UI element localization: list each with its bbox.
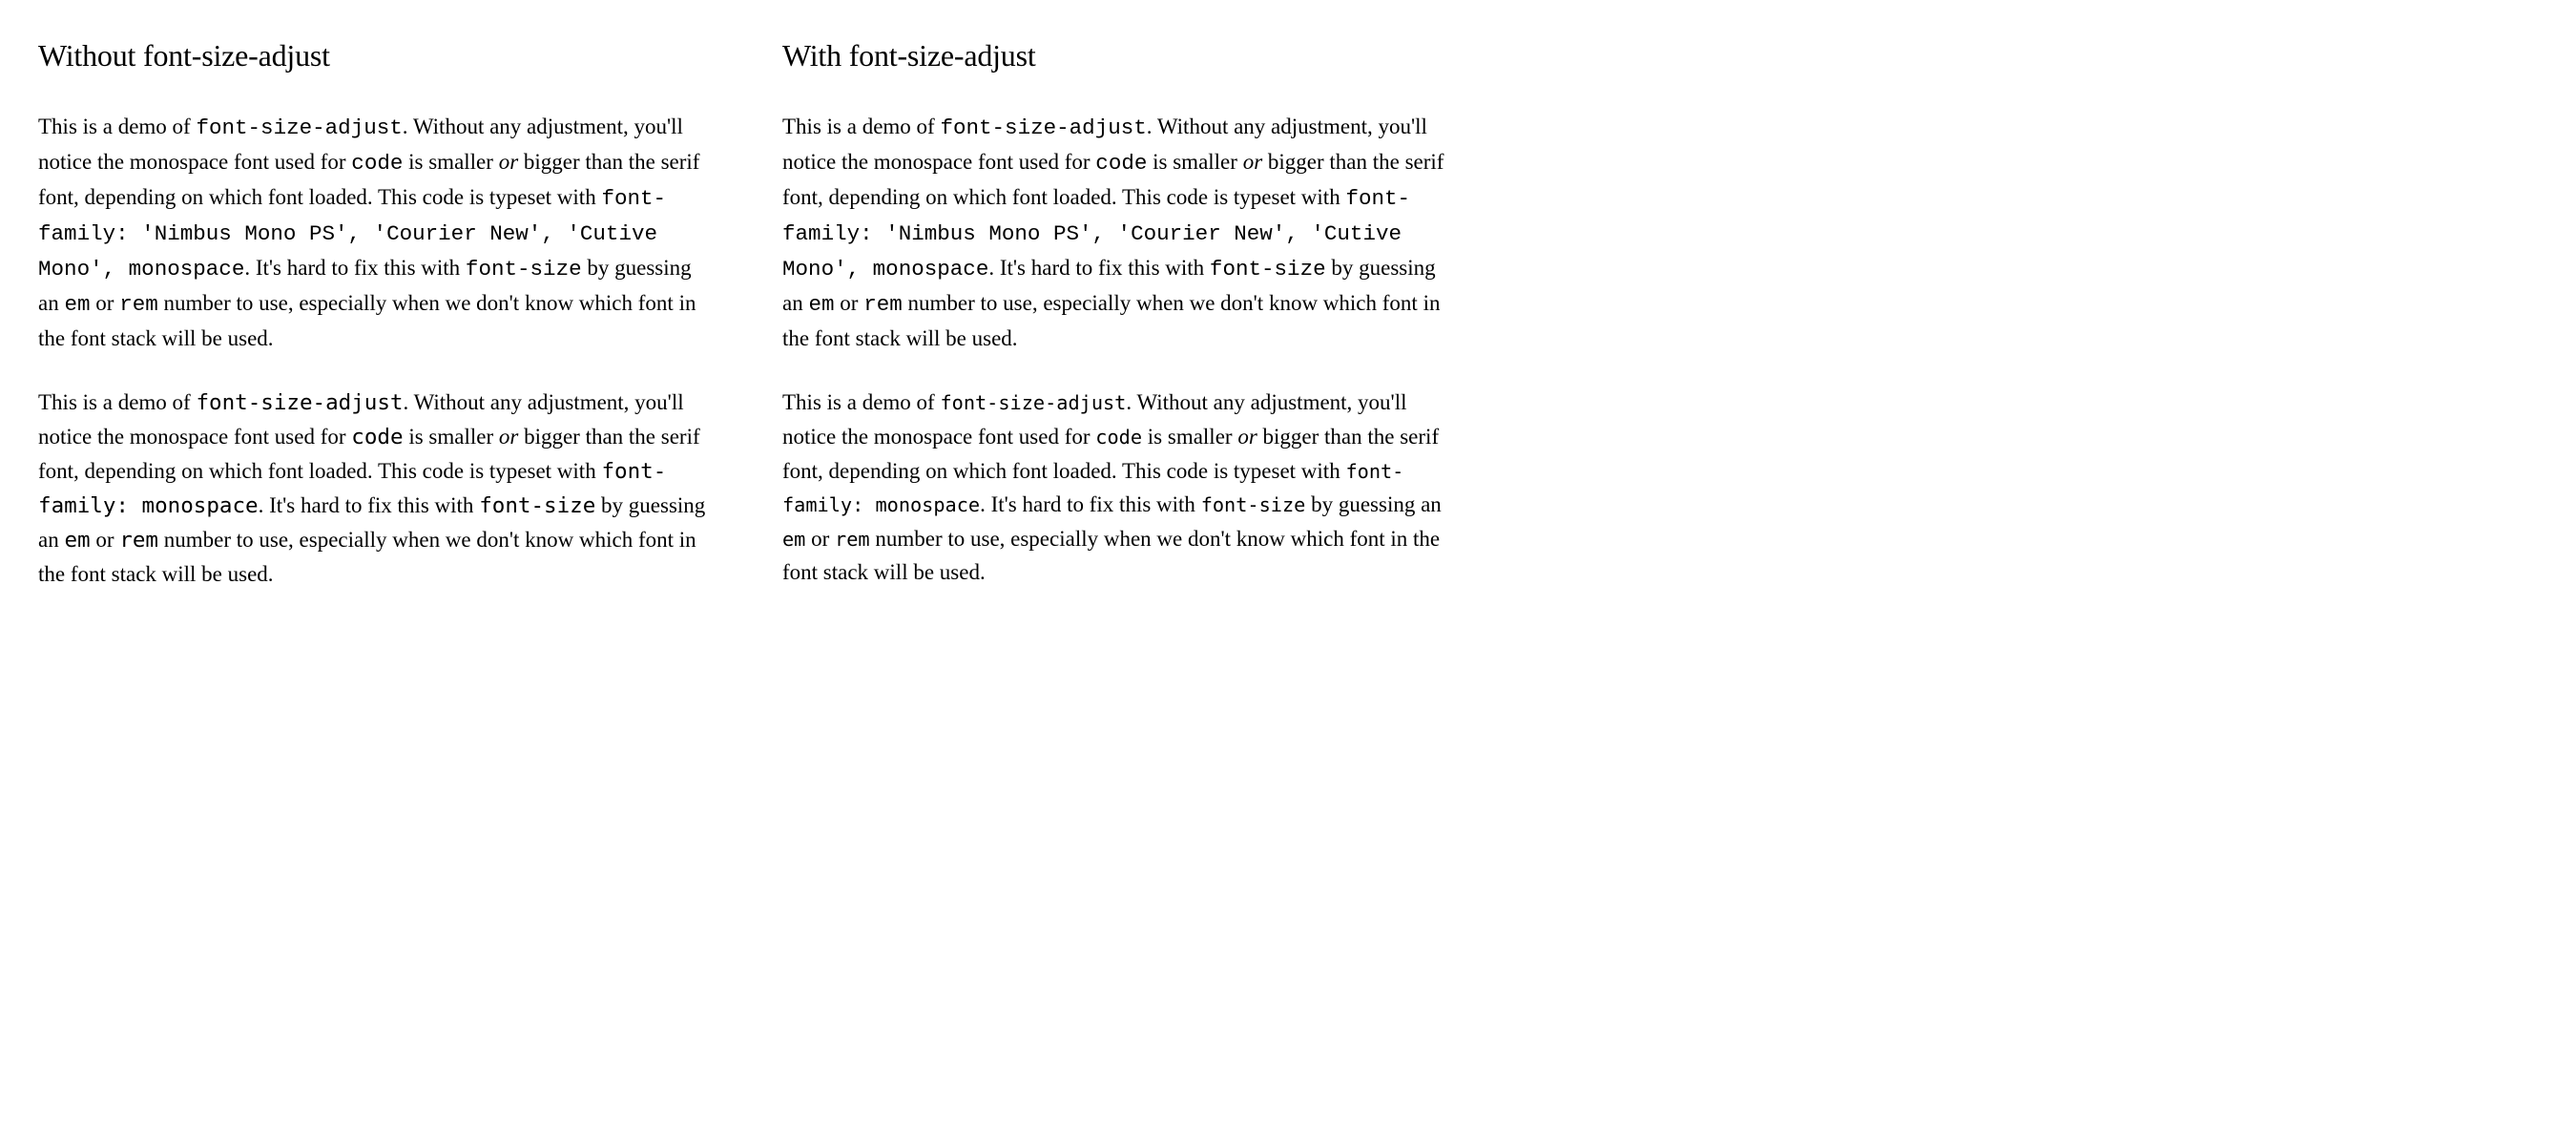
text-run: This is a demo of [782, 390, 940, 414]
column-with-adjust: With font-size-adjust This is a demo of … [782, 38, 1450, 622]
code-code: code [1095, 151, 1147, 176]
text-run: . It's hard to fix this with [988, 256, 1210, 280]
code-em: em [64, 528, 90, 553]
code-rem: rem [119, 292, 158, 317]
text-run: or [805, 527, 835, 551]
code-font-size: font-size [1210, 257, 1326, 282]
text-run: is smaller [1142, 425, 1237, 449]
code-rem: rem [835, 528, 870, 551]
text-run: This is a demo of [38, 115, 196, 138]
code-font-size-adjust: font-size-adjust [940, 115, 1146, 140]
code-em: em [64, 292, 90, 317]
text-run: . It's hard to fix this with [259, 493, 480, 517]
emphasis-or: or [1237, 425, 1257, 449]
text-run: is smaller [403, 150, 498, 174]
text-run: is smaller [404, 425, 499, 449]
code-code: code [1095, 426, 1142, 449]
code-font-size-adjust: font-size-adjust [940, 391, 1126, 414]
heading-without: Without font-size-adjust [38, 38, 706, 73]
text-run: by guessing an [1305, 492, 1441, 516]
heading-with: With font-size-adjust [782, 38, 1450, 73]
paragraph-1-right: This is a demo of font-size-adjust. With… [782, 110, 1450, 355]
text-run: . It's hard to fix this with [980, 492, 1201, 516]
paragraph-2-left: This is a demo of font-size-adjust. With… [38, 386, 706, 591]
code-em: em [782, 528, 805, 551]
code-font-size: font-size [466, 257, 582, 282]
column-without-adjust: Without font-size-adjust This is a demo … [38, 38, 706, 622]
code-em: em [808, 292, 834, 317]
paragraph-2-right: This is a demo of font-size-adjust. With… [782, 386, 1450, 590]
code-font-size: font-size [479, 493, 595, 518]
emphasis-or: or [1243, 150, 1262, 174]
code-code: code [351, 425, 403, 449]
text-run: number to use, especially when we don't … [782, 527, 1440, 585]
text-run: or [835, 291, 864, 315]
text-run: This is a demo of [782, 115, 940, 138]
code-font-size: font-size [1201, 493, 1306, 516]
text-run: . It's hard to fix this with [244, 256, 466, 280]
text-run: or [91, 291, 120, 315]
code-code: code [351, 151, 403, 176]
text-run: or [91, 528, 120, 552]
paragraph-1-left: This is a demo of font-size-adjust. With… [38, 110, 706, 355]
emphasis-or: or [499, 150, 518, 174]
text-run: This is a demo of [38, 390, 196, 414]
code-rem: rem [863, 292, 903, 317]
emphasis-or: or [499, 425, 518, 449]
code-font-size-adjust: font-size-adjust [196, 115, 402, 140]
code-rem: rem [119, 528, 158, 553]
two-column-layout: Without font-size-adjust This is a demo … [38, 38, 1469, 622]
code-font-size-adjust: font-size-adjust [196, 390, 403, 415]
text-run: is smaller [1147, 150, 1242, 174]
